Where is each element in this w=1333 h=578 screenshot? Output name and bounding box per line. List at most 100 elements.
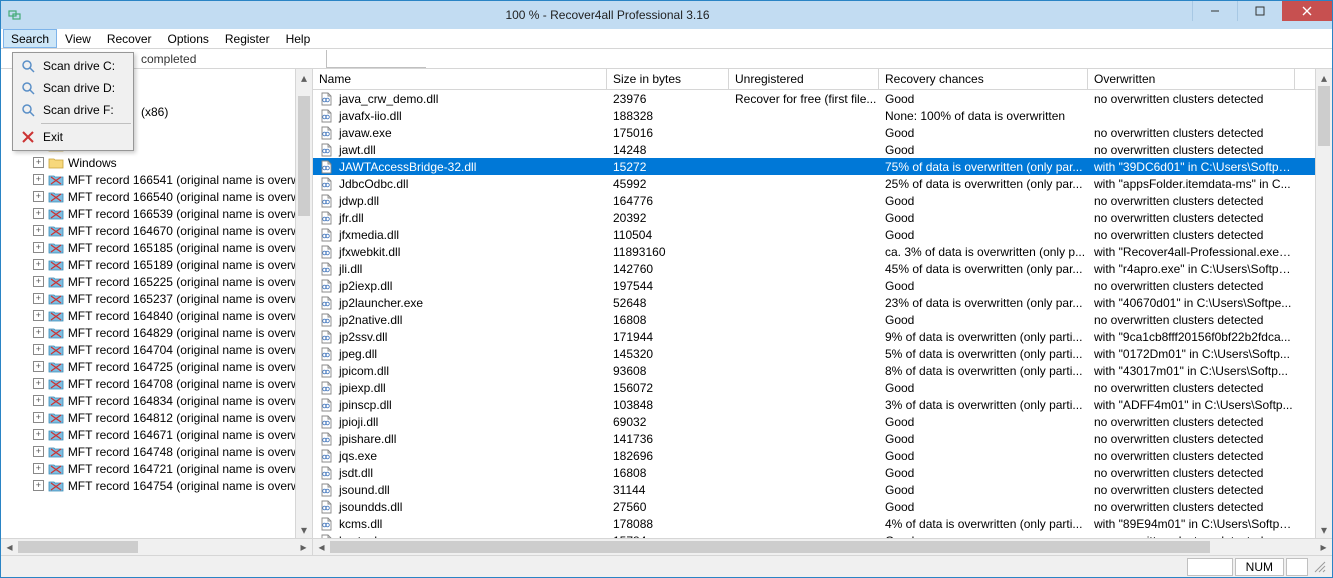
tree-scrollbar-horizontal[interactable]: ◂ ▸	[1, 538, 312, 555]
scrollbar-thumb[interactable]	[330, 541, 1210, 553]
list-row[interactable]: jpinscp.dll 103848 3% of data is overwri…	[313, 396, 1315, 413]
tree-item-mft[interactable]: +MFT record 165237 (original name is ove…	[1, 290, 295, 307]
column-overwritten[interactable]: Overwritten	[1088, 69, 1295, 89]
list-row[interactable]: jsound.dll 31144 Good no overwritten clu…	[313, 481, 1315, 498]
tree-item-mft[interactable]: +MFT record 164754 (original name is ove…	[1, 477, 295, 494]
tree-item-mft[interactable]: +MFT record 166540 (original name is ove…	[1, 188, 295, 205]
scroll-up-icon[interactable]: ▴	[296, 69, 312, 86]
list-row[interactable]: java_crw_demo.dll 23976 Recover for free…	[313, 90, 1315, 107]
tree-item-mft[interactable]: +MFT record 165225 (original name is ove…	[1, 273, 295, 290]
expander-icon[interactable]: +	[33, 378, 44, 389]
expander-icon[interactable]: +	[33, 242, 44, 253]
scroll-up-icon[interactable]: ▴	[1316, 69, 1332, 86]
dropdown-exit[interactable]: Exit	[15, 126, 131, 148]
expander-icon[interactable]: +	[33, 412, 44, 423]
tree-item-mft[interactable]: +MFT record 164840 (original name is ove…	[1, 307, 295, 324]
list-row[interactable]: JAWTAccessBridge-32.dll 15272 75% of dat…	[313, 158, 1315, 175]
resize-grip-icon[interactable]	[1312, 559, 1328, 575]
list-row[interactable]: jpeg.dll 145320 5% of data is overwritte…	[313, 345, 1315, 362]
expander-icon[interactable]: +	[33, 480, 44, 491]
list-row[interactable]: jfxmedia.dll 110504 Good no overwritten …	[313, 226, 1315, 243]
list-row[interactable]: jawt.dll 14248 Good no overwritten clust…	[313, 141, 1315, 158]
close-button[interactable]	[1282, 1, 1332, 21]
list-row[interactable]: jp2ssv.dll 171944 9% of data is overwrit…	[313, 328, 1315, 345]
list-row[interactable]: jqs.exe 182696 Good no overwritten clust…	[313, 447, 1315, 464]
menu-recover[interactable]: Recover	[99, 29, 160, 48]
column-size[interactable]: Size in bytes	[607, 69, 729, 89]
scrollbar-thumb[interactable]	[1318, 86, 1330, 146]
expander-icon[interactable]: +	[33, 191, 44, 202]
tree-scrollbar-vertical[interactable]: ▴ ▾	[295, 69, 312, 538]
expander-icon[interactable]: +	[33, 225, 44, 236]
scrollbar-thumb[interactable]	[298, 96, 310, 216]
dropdown-scan-f[interactable]: Scan drive F:	[15, 99, 131, 121]
expander-icon[interactable]: +	[33, 276, 44, 287]
list-row[interactable]: jsoundds.dll 27560 Good no overwritten c…	[313, 498, 1315, 515]
expander-icon[interactable]: +	[33, 446, 44, 457]
expander-icon[interactable]: +	[33, 259, 44, 270]
menu-view[interactable]: View	[57, 29, 99, 48]
menu-help[interactable]: Help	[278, 29, 319, 48]
tree-item-mft[interactable]: +MFT record 165185 (original name is ove…	[1, 239, 295, 256]
tree-item-mft[interactable]: +MFT record 164670 (original name is ove…	[1, 222, 295, 239]
scroll-right-icon[interactable]: ▸	[1315, 539, 1332, 555]
list-row[interactable]: jpishare.dll 141736 Good no overwritten …	[313, 430, 1315, 447]
list-row[interactable]: javafx-iio.dll 188328 None: 100% of data…	[313, 107, 1315, 124]
column-recovery[interactable]: Recovery chances	[879, 69, 1088, 89]
expander-icon[interactable]: +	[33, 395, 44, 406]
tree-item-mft[interactable]: +MFT record 166541 (original name is ove…	[1, 171, 295, 188]
list-row[interactable]: jp2iexp.dll 197544 Good no overwritten c…	[313, 277, 1315, 294]
scroll-down-icon[interactable]: ▾	[1316, 521, 1332, 538]
expander-icon[interactable]: +	[33, 344, 44, 355]
scroll-down-icon[interactable]: ▾	[296, 521, 312, 538]
expander-icon[interactable]: +	[33, 293, 44, 304]
list-row[interactable]: jpiexp.dll 156072 Good no overwritten cl…	[313, 379, 1315, 396]
scroll-left-icon[interactable]: ◂	[313, 539, 330, 555]
minimize-button[interactable]	[1192, 1, 1237, 21]
expander-icon[interactable]: +	[33, 174, 44, 185]
menu-register[interactable]: Register	[217, 29, 278, 48]
expander-icon[interactable]: +	[33, 463, 44, 474]
dropdown-scan-c[interactable]: Scan drive C:	[15, 55, 131, 77]
dropdown-scan-d[interactable]: Scan drive D:	[15, 77, 131, 99]
list-row[interactable]: jp2launcher.exe 52648 23% of data is ove…	[313, 294, 1315, 311]
menu-search[interactable]: Search	[3, 29, 57, 48]
list-row[interactable]: JdbcOdbc.dll 45992 25% of data is overwr…	[313, 175, 1315, 192]
tree-item-mft[interactable]: +MFT record 164748 (original name is ove…	[1, 443, 295, 460]
expander-icon[interactable]: +	[33, 157, 44, 168]
maximize-button[interactable]	[1237, 1, 1282, 21]
list-row[interactable]: jpioji.dll 69032 Good no overwritten clu…	[313, 413, 1315, 430]
list-row[interactable]: jfxwebkit.dll 11893160 ca. 3% of data is…	[313, 243, 1315, 260]
expander-icon[interactable]: +	[33, 327, 44, 338]
scrollbar-thumb[interactable]	[18, 541, 138, 553]
list-row[interactable]: javaw.exe 175016 Good no overwritten clu…	[313, 124, 1315, 141]
list-row[interactable]: kcms.dll 178088 4% of data is overwritte…	[313, 515, 1315, 532]
scroll-right-icon[interactable]: ▸	[295, 539, 312, 555]
tree-item-mft[interactable]: +MFT record 164708 (original name is ove…	[1, 375, 295, 392]
tree-item-mft[interactable]: +MFT record 166539 (original name is ove…	[1, 205, 295, 222]
tree-item-mft[interactable]: +MFT record 164725 (original name is ove…	[1, 358, 295, 375]
tree-item-mft[interactable]: +MFT record 164812 (original name is ove…	[1, 409, 295, 426]
list-row[interactable]: keytool.exe 15784 Good no overwritten cl…	[313, 532, 1315, 538]
expander-icon[interactable]: +	[33, 310, 44, 321]
tree-item-mft[interactable]: +MFT record 164671 (original name is ove…	[1, 426, 295, 443]
menu-options[interactable]: Options	[160, 29, 217, 48]
expander-icon[interactable]: +	[33, 429, 44, 440]
tree-item-mft[interactable]: +MFT record 164721 (original name is ove…	[1, 460, 295, 477]
list-scrollbar-vertical[interactable]: ▴ ▾	[1315, 69, 1332, 538]
tree-item-mft[interactable]: +MFT record 164834 (original name is ove…	[1, 392, 295, 409]
list-row[interactable]: jp2native.dll 16808 Good no overwritten …	[313, 311, 1315, 328]
list-scrollbar-horizontal[interactable]: ◂ ▸	[313, 538, 1332, 555]
list-row[interactable]: jdwp.dll 164776 Good no overwritten clus…	[313, 192, 1315, 209]
tree-item-mft[interactable]: +MFT record 164829 (original name is ove…	[1, 324, 295, 341]
expander-icon[interactable]: +	[33, 208, 44, 219]
list-row[interactable]: jpicom.dll 93608 8% of data is overwritt…	[313, 362, 1315, 379]
tree-item-windows[interactable]: +Windows	[1, 154, 295, 171]
scroll-left-icon[interactable]: ◂	[1, 539, 18, 555]
list-row[interactable]: jsdt.dll 16808 Good no overwritten clust…	[313, 464, 1315, 481]
list-row[interactable]: jli.dll 142760 45% of data is overwritte…	[313, 260, 1315, 277]
column-name[interactable]: Name	[313, 69, 607, 89]
expander-icon[interactable]: +	[33, 361, 44, 372]
tree-item-mft[interactable]: +MFT record 164704 (original name is ove…	[1, 341, 295, 358]
column-unregistered[interactable]: Unregistered	[729, 69, 879, 89]
